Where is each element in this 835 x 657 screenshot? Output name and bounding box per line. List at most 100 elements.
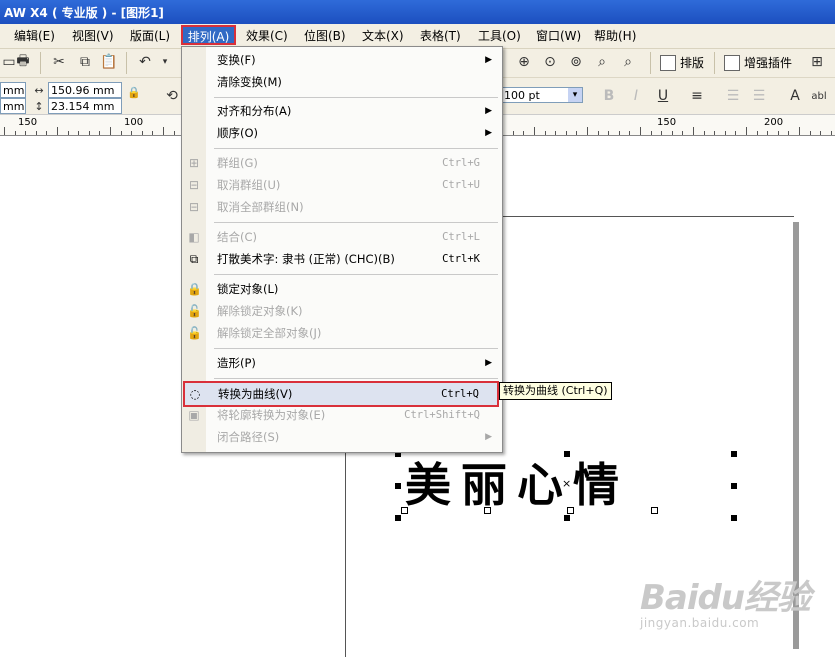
outline-object-icon: ▣ — [188, 408, 200, 422]
menu-item-order[interactable]: 顺序(O) ▶ — [182, 122, 500, 144]
ruler-tick — [46, 131, 47, 135]
menu-window[interactable]: 窗口(W) — [536, 28, 581, 44]
ruler-tick — [152, 131, 153, 135]
ruler-tick — [693, 127, 694, 135]
menu-item-outline-to-object[interactable]: ▣ 将轮廓转换为对象(E) Ctrl+Shift+Q — [182, 404, 500, 426]
ruler-tick — [99, 131, 100, 135]
ruler-tick — [174, 131, 175, 135]
zoom-width-icon[interactable]: ⌕ — [619, 53, 637, 71]
print-icon[interactable]: 🖶 — [14, 53, 32, 71]
ruler-label: 100 — [124, 117, 144, 128]
zoom-in-icon[interactable]: ⊕ — [515, 53, 533, 71]
layout-button[interactable]: 排版 — [660, 53, 704, 73]
undo-icon[interactable]: ↶ — [136, 53, 154, 71]
selection-handle[interactable] — [564, 515, 570, 521]
menu-tools[interactable]: 工具(O) — [478, 28, 521, 44]
ruler-tick — [619, 131, 620, 135]
menu-item-unlock-object[interactable]: 🔓 解除锁定对象(K) — [182, 300, 500, 322]
bold-icon[interactable]: B — [600, 87, 618, 105]
menu-effects[interactable]: 效果(C) — [246, 28, 288, 44]
width-field[interactable]: 150.96 mm — [48, 82, 122, 98]
height-field[interactable]: 23.154 mm — [48, 98, 122, 114]
ruler-tick — [778, 131, 779, 135]
menu-table[interactable]: 表格(T) — [420, 28, 461, 44]
selection-handle[interactable] — [395, 515, 401, 521]
title-bar: AW X4 ( 专业版 ) - [图形1] — [0, 0, 835, 24]
node-handle[interactable] — [401, 507, 408, 514]
menu-item-clear-transform[interactable]: 清除变换(M) — [182, 71, 500, 93]
menu-view[interactable]: 视图(V) — [72, 28, 114, 44]
menu-item-ungroup-all[interactable]: ⊟ 取消全部群组(N) — [182, 196, 500, 218]
rotate-icon[interactable]: ⟲ — [163, 87, 181, 105]
selection-handle[interactable] — [731, 483, 737, 489]
menu-bitmaps[interactable]: 位图(B) — [304, 28, 346, 44]
zoom-selected-icon[interactable]: ⊙ — [541, 53, 559, 71]
ruler-tick — [640, 127, 641, 135]
font-size-field[interactable]: 100 pt ▾ — [501, 87, 583, 103]
watermark-logo: Baidu经验 — [640, 578, 811, 618]
menu-arrange[interactable]: 排列(A) — [181, 25, 236, 45]
x-position-field[interactable]: mm — [0, 82, 26, 98]
unlock-icon: 🔓 — [187, 304, 202, 318]
node-handle[interactable] — [651, 507, 658, 514]
dropcap-icon[interactable]: ☰ — [750, 87, 768, 105]
italic-icon[interactable]: I — [627, 87, 645, 105]
more-icon[interactable]: ⊞ — [808, 53, 826, 71]
ruler-tick — [820, 131, 821, 135]
menu-item-ungroup[interactable]: ⊟ 取消群组(U) Ctrl+U — [182, 174, 500, 196]
menu-item-unlock-all[interactable]: 🔓 解除锁定全部对象(J) — [182, 322, 500, 344]
menu-item-break-apart[interactable]: ⧉ 打散美术字: 隶书 (正常) (CHC)(B) Ctrl+K — [182, 248, 500, 270]
menu-layout[interactable]: 版面(L) — [130, 28, 170, 44]
paste-icon[interactable]: 📋 — [100, 53, 118, 71]
ruler-tick — [587, 127, 588, 135]
underline-icon[interactable]: U — [654, 87, 672, 105]
ruler-tick — [142, 131, 143, 135]
ruler-tick — [672, 131, 673, 135]
break-apart-icon: ⧉ — [189, 252, 199, 266]
ruler-tick — [555, 131, 556, 135]
menu-item-transform[interactable]: 变换(F) ▶ — [182, 49, 500, 71]
menu-edit[interactable]: 编辑(E) — [14, 28, 55, 44]
selection-handle[interactable] — [564, 451, 570, 457]
menu-text[interactable]: 文本(X) — [362, 28, 404, 44]
y-position-field[interactable]: mm — [0, 98, 26, 114]
menu-item-group[interactable]: ⊞ 群组(G) Ctrl+G — [182, 152, 500, 174]
ruler-tick — [15, 131, 16, 135]
node-handle[interactable] — [567, 507, 574, 514]
watermark: Baidu经验 jingyan.baidu.com — [640, 570, 820, 640]
menu-item-lock-object[interactable]: 🔒 锁定对象(L) — [182, 278, 500, 300]
char-format-icon[interactable]: A — [786, 87, 804, 105]
submenu-arrow-icon: ▶ — [485, 55, 492, 65]
chevron-down-icon[interactable]: ▾ — [568, 88, 582, 102]
cut-icon[interactable]: ✂ — [50, 53, 68, 71]
ruler-tick — [661, 131, 662, 135]
ruler-tick — [131, 131, 132, 135]
ruler-label: 200 — [764, 117, 784, 128]
selection-handle[interactable] — [731, 515, 737, 521]
selection-handle[interactable] — [731, 451, 737, 457]
zoom-all-icon[interactable]: ⊚ — [567, 53, 585, 71]
menu-item-align-distribute[interactable]: 对齐和分布(A) ▶ — [182, 100, 500, 122]
menu-item-shaping[interactable]: 造形(P) ▶ — [182, 352, 500, 374]
ungroup-all-icon: ⊟ — [188, 200, 200, 214]
menu-help[interactable]: 帮助(H) — [594, 28, 636, 44]
node-handle[interactable] — [484, 507, 491, 514]
center-marker-icon: × — [562, 477, 572, 490]
lock-ratio-icon[interactable]: 🔒 — [125, 83, 143, 101]
copy-icon[interactable]: ⧉ — [76, 53, 94, 71]
ruler-tick — [608, 131, 609, 135]
ruler-tick — [799, 127, 800, 135]
selection-handle[interactable] — [395, 483, 401, 489]
align-icon[interactable]: ≡ — [688, 87, 706, 105]
ruler-tick — [78, 131, 79, 135]
watermark-url: jingyan.baidu.com — [640, 616, 760, 630]
undo-dropdown-icon[interactable]: ▾ — [156, 53, 174, 71]
ruler-tick — [725, 131, 726, 135]
arrange-dropdown-menu: 变换(F) ▶ 清除变换(M) 对齐和分布(A) ▶ 顺序(O) ▶ ⊞ 群组(… — [181, 46, 503, 453]
edit-text-icon[interactable]: abl — [810, 87, 828, 105]
plugins-button[interactable]: 增强插件 — [724, 53, 792, 73]
bullet-icon[interactable]: ☰ — [724, 87, 742, 105]
menu-item-close-path[interactable]: 闭合路径(S) ▶ — [182, 426, 500, 448]
zoom-page-icon[interactable]: ⌕ — [593, 53, 611, 71]
menu-item-combine[interactable]: ◧ 结合(C) Ctrl+L — [182, 226, 500, 248]
